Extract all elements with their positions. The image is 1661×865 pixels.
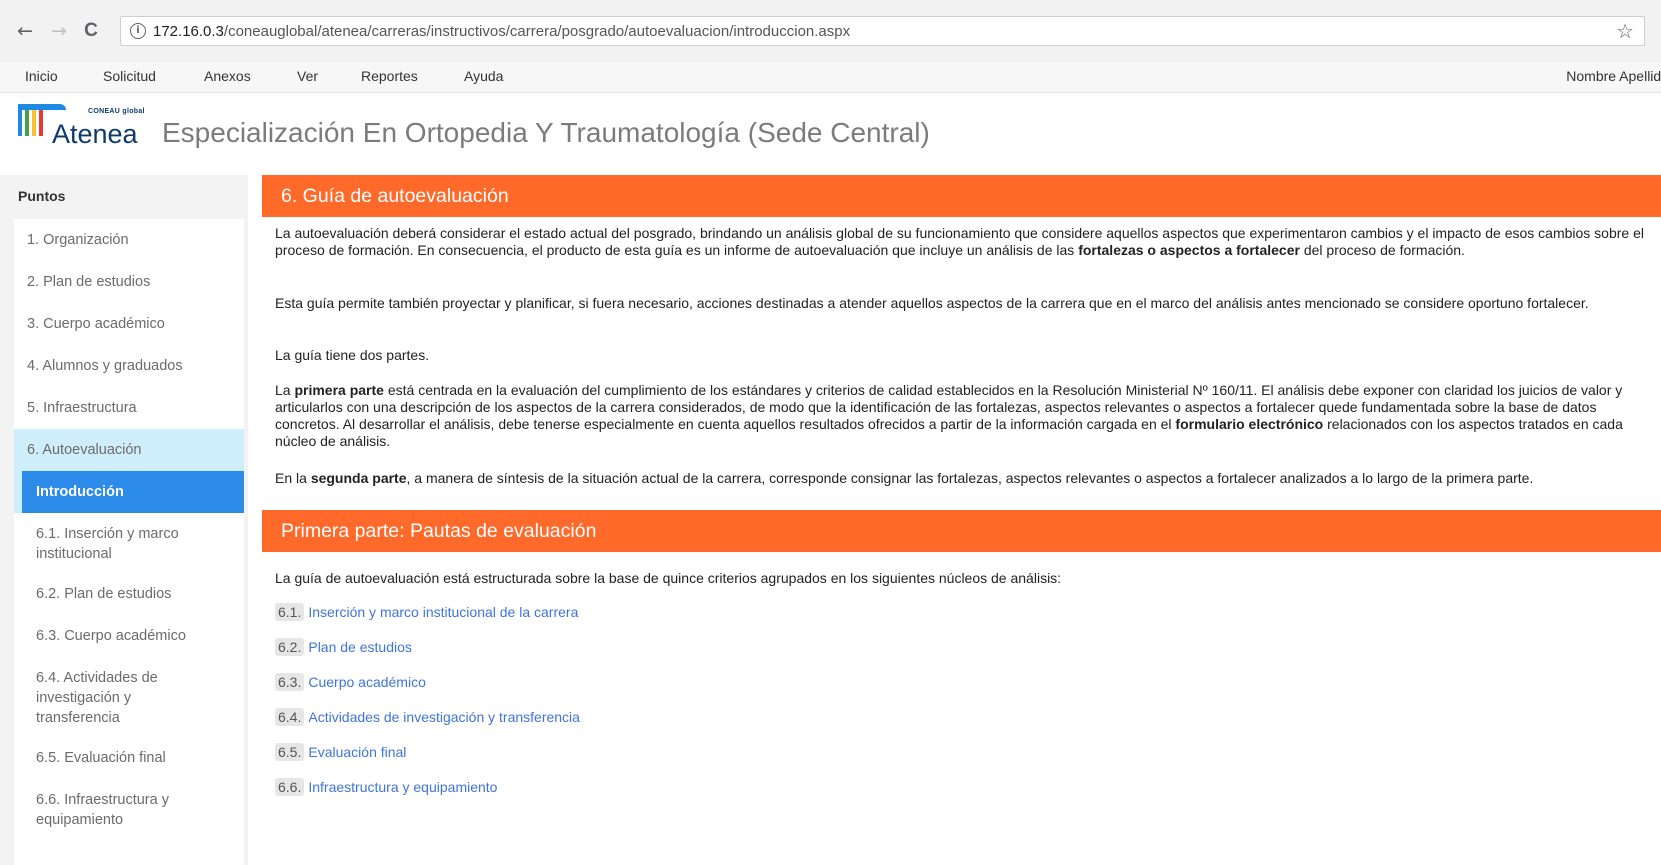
address-bar[interactable]: i 172.16.0.3/coneauglobal/atenea/carrera… [120, 16, 1645, 46]
section-header-primera-parte: Primera parte: Pautas de evaluación [262, 510, 1661, 552]
criterion-6-4: 6.4. Actividades de investigación y trans… [275, 708, 580, 730]
first-part-text-a: La [275, 382, 295, 398]
menu-item-ayuda[interactable]: Ayuda [464, 68, 503, 84]
sidebar-title: Puntos [18, 188, 66, 204]
section-title: 6. Guía de autoevaluación [281, 185, 509, 207]
criterion-6-3: 6.3. Cuerpo académico [275, 673, 426, 695]
criterion-number-badge: 6.3. [275, 673, 305, 691]
sidebar-item-infraestructura[interactable]: 5. Infraestructura [14, 387, 244, 429]
criterion-link[interactable]: Plan de estudios [308, 639, 412, 655]
logo-bar-yellow [32, 110, 36, 136]
sidebar-item-6-1[interactable]: 6.1. Inserción y marco institucional [14, 513, 214, 573]
sidebar-item-6-6[interactable]: 6.6. Infraestructura y equipamiento [14, 779, 204, 839]
sidebar-list: 1. Organización 2. Plan de estudios 3. C… [14, 219, 244, 865]
url-host: 172.16.0.3 [153, 23, 224, 40]
menu-item-inicio[interactable]: Inicio [25, 68, 58, 84]
menu-item-anexos[interactable]: Anexos [204, 68, 251, 84]
logo-bar-blue [18, 110, 22, 136]
sidebar-item-cuerpo-academico[interactable]: 3. Cuerpo académico [14, 303, 244, 345]
criterion-6-6: 6.6. Infraestructura y equipamiento [275, 778, 497, 800]
main-content: 6. Guía de autoevaluación La autoevaluac… [262, 175, 1661, 865]
bookmark-star-icon[interactable]: ☆ [1616, 19, 1634, 43]
first-part-paragraph: La primera parte está centrada en la eva… [275, 382, 1660, 450]
user-menu[interactable]: Nombre Apellido [1566, 68, 1661, 84]
criterion-6-1: 6.1. Inserción y marco institucional de l… [275, 603, 578, 625]
section-title-primera-parte: Primera parte: Pautas de evaluación [281, 520, 597, 542]
sidebar-item-autoevaluacion[interactable]: 6. Autoevaluación [14, 429, 244, 471]
criterion-6-2: 6.2. Plan de estudios [275, 638, 412, 660]
url-path: /coneauglobal/atenea/carreras/instructiv… [223, 23, 851, 40]
sidebar-item-introduccion[interactable]: Introducción [22, 471, 244, 513]
logo-bar-red [39, 110, 43, 136]
sidebar-item-plan-de-estudios[interactable]: 2. Plan de estudios [14, 261, 244, 303]
criterion-link[interactable]: Infraestructura y equipamiento [308, 779, 497, 795]
criterion-number-badge: 6.6. [275, 778, 305, 796]
page-title: Especialización En Ortopedia Y Traumatol… [162, 117, 930, 148]
criterion-number-badge: 6.2. [275, 638, 305, 656]
sidebar-item-6-5[interactable]: 6.5. Evaluación final [14, 737, 244, 779]
menu-item-solicitud[interactable]: Solicitud [103, 68, 156, 84]
sidebar-item-alumnos-y-graduados[interactable]: 4. Alumnos y graduados [14, 345, 244, 387]
second-part-paragraph: En la segunda parte, a manera de síntesi… [275, 470, 1660, 487]
criterion-number-badge: 6.1. [275, 603, 305, 621]
forward-arrow-icon[interactable]: → [48, 20, 70, 42]
criteria-intro-paragraph: La guía de autoevaluación está estructur… [275, 570, 1062, 586]
intro-paragraph: La autoevaluación deberá considerar el e… [275, 225, 1660, 259]
menu-item-ver[interactable]: Ver [297, 68, 318, 84]
criterion-6-5: 6.5. Evaluación final [275, 743, 406, 765]
brand-name: Atenea [52, 119, 138, 149]
criterion-link[interactable]: Evaluación final [308, 744, 406, 760]
url-text[interactable]: 172.16.0.3/coneauglobal/atenea/carreras/… [153, 23, 850, 40]
sidebar-item-6-2[interactable]: 6.2. Plan de estudios [14, 573, 244, 615]
logo-bar-green [25, 110, 29, 136]
intro-text-bold: fortalezas o aspectos a fortalecer [1078, 242, 1300, 258]
second-part-text-c: , a manera de síntesis de la situación a… [406, 470, 1534, 486]
criterion-number-badge: 6.4. [275, 708, 305, 726]
criterion-number-badge: 6.5. [275, 743, 305, 761]
browser-toolbar: ← → C i 172.16.0.3/coneauglobal/atenea/c… [0, 0, 1661, 63]
sidebar-item-6-4[interactable]: 6.4. Actividades de investigación y tran… [14, 657, 194, 737]
intro-text-c: del proceso de formación. [1299, 242, 1465, 258]
reload-icon[interactable]: C [80, 20, 102, 42]
second-part-text-a: En la [275, 470, 311, 486]
app-menu-bar: Inicio Solicitud Anexos Ver Reportes Ayu… [0, 62, 1661, 93]
sidebar-item-organizacion[interactable]: 1. Organización [14, 219, 244, 261]
info-icon[interactable]: i [130, 23, 146, 39]
brand-tag: CONEAU global [88, 108, 145, 115]
form-electronic-bold: formulario electrónico [1175, 416, 1324, 432]
sidebar-item-6-3[interactable]: 6.3. Cuerpo académico [14, 615, 244, 657]
criterion-link[interactable]: Actividades de investigación y transfere… [308, 709, 580, 725]
sidebar: Puntos 1. Organización 2. Plan de estudi… [0, 175, 248, 865]
menu-item-reportes[interactable]: Reportes [361, 68, 418, 84]
first-part-text-bold: primera parte [294, 382, 384, 398]
criterion-link[interactable]: Inserción y marco institucional de la ca… [308, 604, 578, 620]
section-header: 6. Guía de autoevaluación [262, 175, 1661, 217]
two-parts-paragraph: La guía tiene dos partes. [275, 347, 430, 363]
criterion-link[interactable]: Cuerpo académico [308, 674, 426, 690]
app-header: CONEAU global Atenea Especialización En … [0, 93, 1661, 165]
second-part-text-bold: segunda parte [310, 470, 407, 486]
back-arrow-icon[interactable]: ← [14, 20, 36, 42]
planning-paragraph: Esta guía permite también proyectar y pl… [275, 295, 1589, 311]
